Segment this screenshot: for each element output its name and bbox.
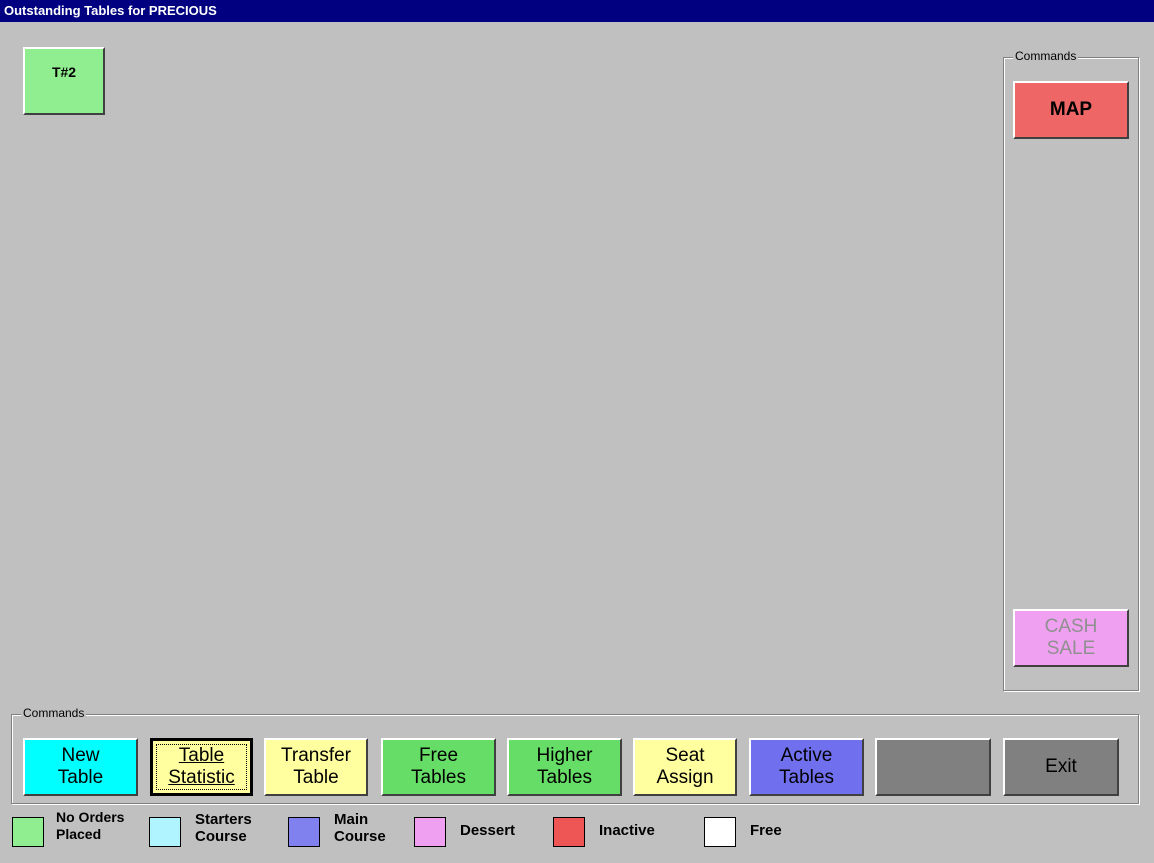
right-commands-label: Commands [1013, 49, 1079, 63]
blank-command-button[interactable] [875, 738, 991, 796]
legend-label-no-orders: No Orders Placed [56, 809, 125, 842]
legend-label-dessert: Dessert [460, 822, 516, 839]
legend-swatch-no-orders [12, 817, 44, 847]
free-tables-button[interactable]: Free Tables [381, 738, 496, 796]
table-tile-t2[interactable]: T#2 [23, 47, 105, 115]
cash-sale-button-label: CASH SALE [1044, 616, 1098, 659]
map-button-label: MAP [1049, 99, 1093, 120]
table-tile-label: T#2 [51, 64, 77, 80]
higher-tables-button[interactable]: Higher Tables [507, 738, 622, 796]
exit-button[interactable]: Exit [1003, 738, 1119, 796]
new-table-button[interactable]: New Table [23, 738, 138, 796]
seat-assign-button-label: Seat Assign [656, 745, 714, 788]
legend-label-starters: Starters Course [195, 811, 252, 845]
window-title: Outstanding Tables for PRECIOUS [0, 0, 1154, 22]
table-statistic-button-label: Table Statistic [168, 745, 235, 788]
transfer-table-button-label: Transfer Table [280, 745, 352, 788]
map-button[interactable]: MAP [1013, 81, 1129, 139]
active-tables-button[interactable]: Active Tables [749, 738, 864, 796]
legend-swatch-inactive [553, 817, 585, 847]
new-table-button-label: New Table [57, 745, 104, 788]
legend-swatch-dessert [414, 817, 446, 847]
free-tables-button-label: Free Tables [411, 745, 466, 788]
legend-label-inactive: Inactive [599, 822, 655, 839]
table-statistic-button[interactable]: Table Statistic [150, 738, 253, 796]
bottom-commands-label: Commands [21, 706, 87, 720]
right-commands-group [1003, 57, 1139, 691]
legend-swatch-starters [149, 817, 181, 847]
legend-label-main-course: Main Course [334, 811, 386, 845]
legend-swatch-free [704, 817, 736, 847]
higher-tables-button-label: Higher Tables [536, 745, 593, 788]
legend-label-free: Free [750, 822, 782, 839]
active-tables-button-label: Active Tables [779, 745, 834, 788]
cash-sale-button[interactable]: CASH SALE [1013, 609, 1129, 667]
legend-swatch-main-course [288, 817, 320, 847]
exit-button-label: Exit [1045, 756, 1077, 777]
transfer-table-button[interactable]: Transfer Table [264, 738, 368, 796]
seat-assign-button[interactable]: Seat Assign [633, 738, 737, 796]
